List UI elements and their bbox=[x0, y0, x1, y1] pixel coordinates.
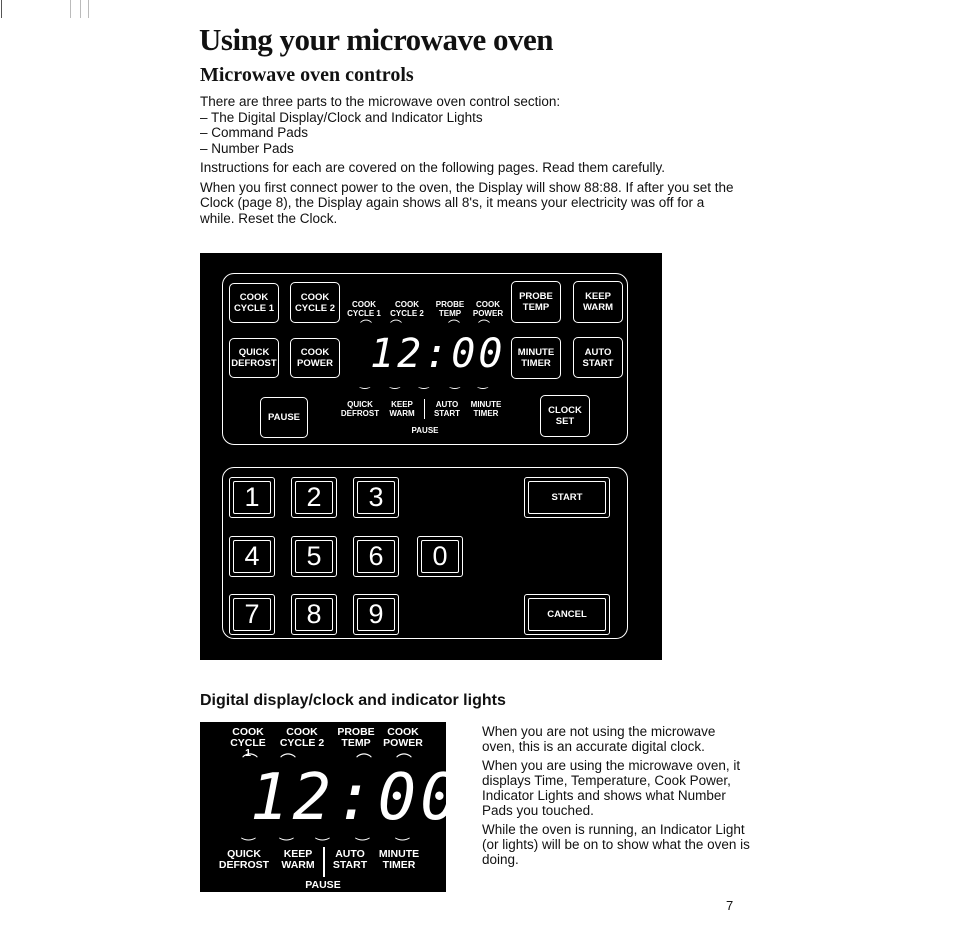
indicator-label: MINUTE TIMER bbox=[378, 848, 420, 871]
number-pad-5: 5 bbox=[291, 536, 337, 577]
cook-cycle-1-pad: COOK CYCLE 1 bbox=[229, 283, 279, 323]
intro-text: There are three parts to the microwave o… bbox=[200, 94, 740, 226]
indicator-label: PAUSE bbox=[411, 426, 439, 435]
number-pad-7: 7 bbox=[229, 594, 275, 635]
indicator-label: COOK CYCLE 1 bbox=[347, 300, 381, 318]
pause-pad: PAUSE bbox=[260, 397, 308, 438]
indicator-light: ‿ bbox=[280, 824, 293, 841]
intro-line: Instructions for each are covered on the… bbox=[200, 160, 666, 175]
clock-set-pad: CLOCK SET bbox=[540, 395, 590, 437]
description-paragraph: While the oven is running, an Indicator … bbox=[482, 822, 750, 867]
indicator-light: ‿ bbox=[478, 375, 488, 389]
intro-bullet: – The Digital Display/Clock and Indicato… bbox=[200, 109, 483, 125]
quick-defrost-pad: QUICK DEFROST bbox=[229, 338, 279, 378]
indicator-label: COOK POWER bbox=[383, 726, 423, 749]
divider bbox=[424, 399, 425, 419]
number-pad-3: 3 bbox=[353, 477, 399, 518]
indicator-light: ‿ bbox=[450, 375, 460, 389]
indicator-label: AUTO START bbox=[332, 848, 368, 871]
intro-line: When you first connect power to the oven… bbox=[200, 179, 734, 226]
indicator-light: ‿ bbox=[390, 375, 400, 389]
control-panel-illustration: COOK CYCLE 1 COOK CYCLE 2 QUICK DEFROST COO… bbox=[200, 253, 662, 660]
indicator-light: ‿ bbox=[316, 824, 329, 841]
minute-timer-pad: MINUTE TIMER bbox=[511, 337, 561, 379]
cancel-pad: CANCEL bbox=[524, 594, 610, 635]
indicator-label: QUICK DEFROST bbox=[340, 400, 380, 418]
indicator-light: ‿ bbox=[360, 375, 370, 389]
manual-page: Using your microwave oven Microwave oven… bbox=[0, 0, 954, 935]
indicator-label: PROBE TEMP bbox=[337, 726, 375, 749]
intro-bullet: – Number Pads bbox=[200, 140, 294, 156]
page-number: 7 bbox=[726, 898, 734, 913]
cook-power-pad: COOK POWER bbox=[290, 338, 340, 378]
display-illustration: COOK CYCLE 1 COOK CYCLE 2 PROBE TEMP COOK PO… bbox=[200, 722, 459, 892]
scan-mark bbox=[80, 0, 81, 18]
page-title: Using your microwave oven bbox=[199, 22, 554, 57]
description-paragraph: When you are using the microwave oven, i… bbox=[482, 758, 741, 818]
scan-mark bbox=[88, 0, 89, 18]
auto-start-pad: AUTO START bbox=[573, 337, 623, 378]
indicator-light: ‿ bbox=[242, 824, 255, 841]
indicator-label: COOK CYCLE 2 bbox=[390, 300, 424, 318]
display-section-heading: Digital display/clock and indicator ligh… bbox=[200, 692, 506, 709]
indicator-label: COOK CYCLE 2 bbox=[279, 726, 325, 749]
indicator-label: QUICK DEFROST bbox=[218, 848, 270, 871]
scan-mark bbox=[1, 0, 2, 18]
number-pad-0: 0 bbox=[417, 536, 463, 577]
indicator-label: PAUSE bbox=[305, 879, 341, 891]
number-pad-8: 8 bbox=[291, 594, 337, 635]
indicator-label: COOK POWER bbox=[472, 300, 504, 318]
scan-mark bbox=[70, 0, 71, 18]
indicator-label: KEEP WARM bbox=[389, 400, 415, 418]
start-pad: START bbox=[524, 477, 610, 518]
indicator-label: AUTO START bbox=[433, 400, 461, 418]
number-pad-2: 2 bbox=[291, 477, 337, 518]
divider bbox=[323, 847, 325, 877]
number-pad-1: 1 bbox=[229, 477, 275, 518]
digital-clock-readout: 12:00 bbox=[370, 331, 506, 377]
indicator-light: ‿ bbox=[356, 824, 369, 841]
indicator-light: ‿ bbox=[419, 375, 429, 389]
section-title: Microwave oven controls bbox=[200, 64, 414, 86]
indicator-label: MINUTE TIMER bbox=[470, 400, 502, 418]
number-pad-9: 9 bbox=[353, 594, 399, 635]
number-pad-4: 4 bbox=[229, 536, 275, 577]
cook-cycle-2-pad: COOK CYCLE 2 bbox=[290, 282, 340, 323]
indicator-label: PROBE TEMP bbox=[435, 300, 465, 318]
indicator-label: KEEP WARM bbox=[281, 848, 315, 871]
display-description: When you are not using the microwave ove… bbox=[482, 724, 752, 871]
intro-line: There are three parts to the microwave o… bbox=[200, 94, 561, 109]
intro-bullet: – Command Pads bbox=[200, 125, 309, 140]
probe-temp-pad: PROBE TEMP bbox=[511, 281, 561, 323]
indicator-light: ‿ bbox=[396, 824, 409, 841]
description-paragraph: When you are not using the microwave ove… bbox=[482, 724, 716, 754]
number-pad-6: 6 bbox=[353, 536, 399, 577]
keep-warm-pad: KEEP WARM bbox=[573, 281, 623, 323]
